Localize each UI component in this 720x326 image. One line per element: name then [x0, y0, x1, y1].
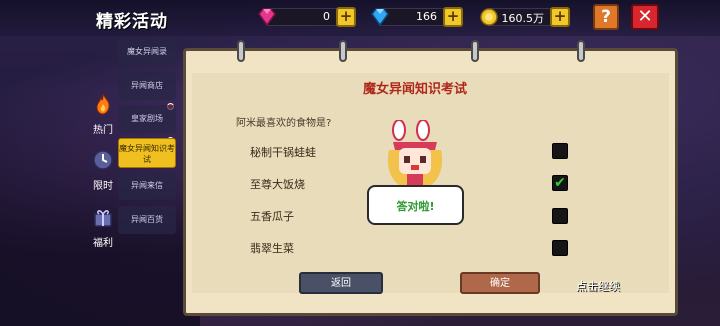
diamonds-value: 166	[416, 10, 437, 23]
menu-item-royal-theater[interactable]: 皇家剧场	[118, 105, 176, 133]
clock-icon	[93, 150, 113, 170]
quiz-title: 魔女异闻知识考试	[362, 82, 467, 97]
menu-item-department-store[interactable]: 异闻百货	[118, 206, 176, 234]
page-title: 精彩活动	[96, 12, 168, 32]
tab-limited[interactable]: 限时	[86, 148, 120, 192]
tab-limited-label: 限时	[93, 181, 113, 192]
binder-ring	[577, 40, 585, 62]
binder-ring	[339, 40, 347, 62]
gems-counter: 0 +	[258, 7, 356, 27]
menu-item-knowledge-exam[interactable]: 魔女异闻知识考试	[118, 138, 176, 168]
option-checkbox[interactable]	[552, 240, 568, 256]
add-gold-button[interactable]: +	[550, 7, 570, 27]
tap-to-continue[interactable]: 点击继续	[576, 278, 620, 294]
back-button[interactable]: 返回	[299, 272, 383, 294]
option-label: 秘制干锅蛙蛙	[250, 146, 316, 159]
correct-answer-text: 答对啦!	[396, 200, 435, 213]
gems-value: 0	[323, 10, 330, 23]
add-gems-button[interactable]: +	[336, 7, 356, 27]
menu-item-witch-chronicle[interactable]: 魔女异闻录	[118, 38, 176, 66]
gift-icon	[94, 210, 112, 227]
option-checkbox[interactable]: ✔	[552, 175, 568, 191]
tab-welfare[interactable]: 福利	[86, 205, 120, 249]
add-diamonds-button[interactable]: +	[443, 7, 463, 27]
confirm-button[interactable]: 确定	[460, 272, 540, 294]
option-checkbox[interactable]	[552, 143, 568, 159]
option-label: 翡翠生菜	[250, 242, 294, 255]
help-button[interactable]: ?	[593, 4, 619, 30]
tab-welfare-label: 福利	[93, 238, 113, 249]
tab-hot[interactable]: 热门	[86, 92, 120, 136]
menu-item-shop[interactable]: 异闻商店	[118, 72, 176, 100]
gold-value: 160.5万	[501, 12, 545, 25]
diamonds-counter: 166 +	[371, 7, 463, 27]
option-checkbox[interactable]	[552, 208, 568, 224]
fire-icon	[96, 93, 110, 115]
menu-item-letters[interactable]: 异闻来信	[118, 172, 176, 200]
gold-counter: 160.5万 +	[480, 7, 570, 27]
bunny-girl-character	[387, 120, 443, 186]
quiz-question: 阿米最喜欢的食物是?	[236, 118, 332, 129]
binder-ring	[471, 40, 479, 62]
gold-coin-icon	[480, 8, 498, 26]
speech-bubble: 答对啦!	[367, 185, 464, 225]
blue-diamond-icon	[371, 8, 389, 27]
close-button[interactable]: ✕	[631, 4, 659, 30]
option-label: 至尊大饭烧	[250, 178, 305, 191]
tab-hot-label: 热门	[93, 125, 113, 136]
option-label: 五香瓜子	[250, 210, 294, 223]
binder-ring	[237, 40, 245, 62]
pink-gem-icon	[258, 8, 276, 27]
